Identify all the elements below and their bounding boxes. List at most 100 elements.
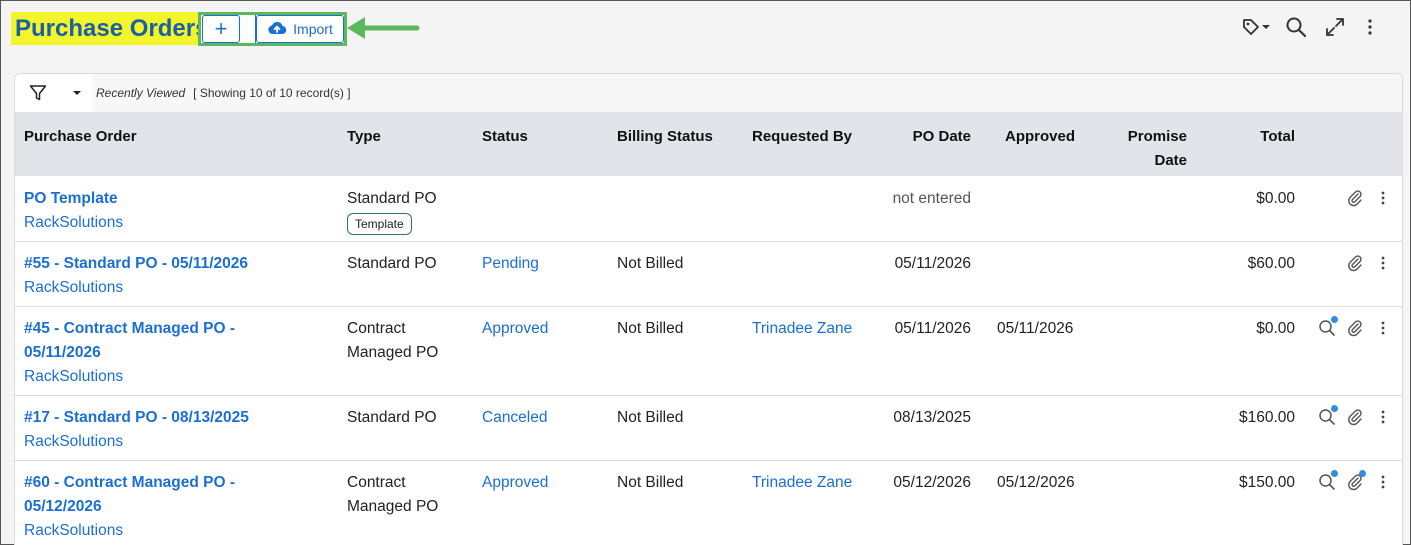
caret-down-icon bbox=[73, 91, 81, 95]
attachment-button[interactable] bbox=[1341, 470, 1369, 493]
add-button[interactable]: + bbox=[202, 15, 240, 43]
status-link[interactable]: Canceled bbox=[482, 406, 548, 430]
expand-button[interactable] bbox=[1325, 17, 1345, 37]
filter-icon bbox=[29, 85, 47, 101]
tag-dropdown[interactable] bbox=[1241, 17, 1271, 37]
requested-by-link[interactable]: Trinadee Zane bbox=[752, 317, 852, 341]
row-menu-button[interactable] bbox=[1369, 406, 1397, 428]
po-link[interactable]: #17 - Standard PO - 08/13/2025 bbox=[24, 406, 249, 430]
total: $150.00 bbox=[1238, 474, 1295, 491]
column-header-status[interactable]: Status bbox=[482, 125, 528, 149]
total: $60.00 bbox=[1247, 255, 1295, 272]
filter-dropdown[interactable] bbox=[15, 74, 92, 112]
po-type: Contract bbox=[347, 320, 406, 337]
page-title: Purchase Orders bbox=[11, 12, 213, 45]
column-header-type[interactable]: Type bbox=[347, 125, 381, 149]
po-date: 05/11/2026 bbox=[894, 255, 971, 272]
search-button[interactable] bbox=[1285, 16, 1307, 38]
po-date: 05/11/2026 bbox=[894, 320, 971, 337]
recently-viewed-label: Recently Viewed bbox=[96, 86, 186, 100]
vendor-link[interactable]: RackSolutions bbox=[24, 211, 123, 235]
header-toolbar bbox=[1241, 16, 1373, 38]
column-header-promise-date[interactable]: Promise Date bbox=[1115, 125, 1187, 173]
preview-button[interactable] bbox=[1313, 405, 1341, 428]
template-badge: Template bbox=[347, 213, 412, 235]
row-menu-button[interactable] bbox=[1369, 317, 1397, 339]
po-type: Standard PO bbox=[347, 255, 437, 272]
row-menu-button[interactable] bbox=[1369, 252, 1397, 274]
vendor-link[interactable]: RackSolutions bbox=[24, 365, 235, 389]
attachment-icon bbox=[1348, 190, 1362, 207]
preview-button[interactable] bbox=[1313, 316, 1341, 339]
caret-down-icon bbox=[1262, 25, 1270, 29]
attachment-icon bbox=[1348, 255, 1362, 272]
po-type-continued: Managed PO bbox=[347, 498, 439, 515]
billing-status: Not Billed bbox=[617, 409, 684, 426]
status-link[interactable]: Approved bbox=[482, 471, 548, 495]
record-count: [ Showing 10 of 10 record(s) ] bbox=[193, 86, 351, 100]
billing-status: Not Billed bbox=[617, 255, 684, 272]
po-type-continued: Managed PO bbox=[347, 344, 439, 361]
more-vertical-icon bbox=[1381, 321, 1385, 335]
total: $0.00 bbox=[1256, 320, 1295, 337]
more-vertical-icon bbox=[1381, 410, 1385, 424]
table-row[interactable]: #55 - Standard PO - 05/11/2026 RackSolut… bbox=[15, 242, 1402, 307]
import-button[interactable]: Import bbox=[256, 15, 344, 43]
column-header-requested-by[interactable]: Requested By bbox=[752, 125, 852, 149]
table-row[interactable]: #60 - Contract Managed PO - 05/12/2026 R… bbox=[15, 461, 1402, 545]
page-header: Purchase Orders + Import bbox=[1, 1, 1410, 61]
notification-dot bbox=[1331, 470, 1338, 477]
po-link-continued[interactable]: 05/12/2026 bbox=[24, 495, 235, 519]
expand-icon bbox=[1326, 18, 1344, 36]
attachment-button[interactable] bbox=[1341, 252, 1369, 274]
total: $0.00 bbox=[1256, 190, 1295, 207]
column-header-billing-status[interactable]: Billing Status bbox=[617, 125, 713, 149]
notification-dot bbox=[1331, 405, 1338, 412]
status-link[interactable]: Approved bbox=[482, 317, 548, 341]
row-menu-button[interactable] bbox=[1369, 187, 1397, 209]
po-date: not entered bbox=[892, 190, 971, 207]
cloud-upload-icon bbox=[267, 20, 287, 39]
table-row[interactable]: PO Template RackSolutions Standard PO Te… bbox=[15, 176, 1402, 242]
po-link[interactable]: PO Template bbox=[24, 187, 123, 211]
column-header-purchase-order[interactable]: Purchase Order bbox=[24, 125, 137, 149]
billing-status: Not Billed bbox=[617, 474, 684, 491]
attachment-button[interactable] bbox=[1341, 317, 1369, 339]
filter-meta: Recently Viewed [ Showing 10 of 10 recor… bbox=[92, 74, 1402, 112]
po-date: 08/13/2025 bbox=[893, 409, 971, 426]
vendor-link[interactable]: RackSolutions bbox=[24, 430, 249, 454]
more-vertical-icon bbox=[1381, 475, 1385, 489]
approved-date: 05/11/2026 bbox=[997, 320, 1074, 337]
column-header-po-date[interactable]: PO Date bbox=[871, 125, 971, 149]
vendor-link[interactable]: RackSolutions bbox=[24, 276, 248, 300]
tag-icon bbox=[1243, 19, 1259, 35]
more-vertical-icon bbox=[1381, 256, 1385, 270]
filter-bar: Recently Viewed [ Showing 10 of 10 recor… bbox=[15, 74, 1402, 112]
po-type: Standard PO bbox=[347, 190, 437, 207]
attachment-button[interactable] bbox=[1341, 187, 1369, 209]
po-link[interactable]: #60 - Contract Managed PO - bbox=[24, 471, 235, 495]
column-header-approved[interactable]: Approved bbox=[1005, 125, 1075, 149]
preview-button[interactable] bbox=[1313, 470, 1341, 493]
po-link[interactable]: #45 - Contract Managed PO - bbox=[24, 317, 235, 341]
approved-date: 05/12/2026 bbox=[997, 474, 1075, 491]
more-options-button[interactable] bbox=[1367, 18, 1373, 36]
po-date: 05/12/2026 bbox=[893, 474, 971, 491]
billing-status: Not Billed bbox=[617, 320, 684, 337]
more-vertical-icon bbox=[1368, 19, 1372, 35]
import-label: Import bbox=[293, 21, 333, 37]
table-row[interactable]: #17 - Standard PO - 08/13/2025 RackSolut… bbox=[15, 396, 1402, 461]
po-link-continued[interactable]: 05/11/2026 bbox=[24, 341, 235, 365]
row-menu-button[interactable] bbox=[1369, 471, 1397, 493]
attachment-button[interactable] bbox=[1341, 406, 1369, 428]
column-header-total[interactable]: Total bbox=[1215, 125, 1295, 149]
table-row[interactable]: #45 - Contract Managed PO - 05/11/2026 R… bbox=[15, 307, 1402, 396]
po-type: Standard PO bbox=[347, 409, 437, 426]
notification-dot bbox=[1331, 316, 1338, 323]
status-link[interactable]: Pending bbox=[482, 252, 539, 276]
requested-by-link[interactable]: Trinadee Zane bbox=[752, 471, 852, 495]
annotation-arrow-icon bbox=[347, 17, 420, 39]
po-link[interactable]: #55 - Standard PO - 05/11/2026 bbox=[24, 252, 248, 276]
notification-dot bbox=[1359, 470, 1366, 477]
vendor-link[interactable]: RackSolutions bbox=[24, 519, 235, 543]
